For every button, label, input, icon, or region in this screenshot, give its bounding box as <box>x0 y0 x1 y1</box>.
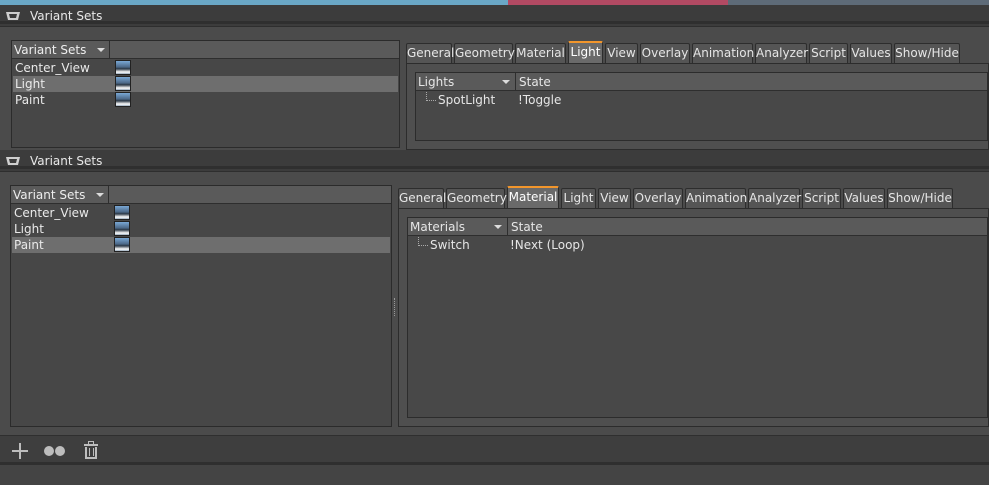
variant-sets-window-2: Variant Sets Variant Sets Center_View Li… <box>0 150 989 485</box>
title-grip <box>0 21 989 24</box>
tab-show-hide[interactable]: Show/Hide <box>894 43 960 63</box>
tree-header-state[interactable]: State <box>517 73 987 91</box>
tab-general[interactable]: General <box>406 43 454 63</box>
tab-material[interactable]: Material <box>507 186 559 208</box>
trash-lid <box>84 444 98 446</box>
tab-light[interactable]: Light <box>568 41 603 63</box>
add-icon[interactable] <box>10 441 30 461</box>
tab-bar: General Geometry Material Light View Ove… <box>398 186 989 208</box>
splitter-handle[interactable] <box>394 298 396 316</box>
trash-icon[interactable] <box>82 441 102 461</box>
tab-bar: General Geometry Material Light View Ove… <box>406 41 989 63</box>
tree-header-materials[interactable]: Materials <box>408 218 508 236</box>
tab-animation[interactable]: Animation <box>685 188 747 208</box>
list-header-label: Variant Sets <box>13 188 86 202</box>
variant-editor-pane: General Geometry Material Light View Ove… <box>406 41 989 150</box>
dropdown-arrow-icon[interactable] <box>502 80 510 84</box>
list-header-label: Variant Sets <box>14 43 87 57</box>
list-header: Variant Sets <box>12 41 399 59</box>
tree-header-state[interactable]: State <box>509 218 987 236</box>
tree-row-state[interactable]: !Next (Loop) <box>510 238 585 252</box>
tab-script[interactable]: Script <box>802 188 841 208</box>
dot <box>55 446 65 456</box>
variant-editor-pane: General Geometry Material Light View Ove… <box>398 186 989 427</box>
list-item-label: Paint <box>14 238 44 252</box>
tab-geometry[interactable]: Geometry <box>454 43 515 63</box>
footer-toolbar <box>0 435 989 485</box>
tab-script[interactable]: Script <box>809 43 848 63</box>
dropdown-arrow-icon[interactable] <box>96 193 104 197</box>
list-item-label: Light <box>14 222 44 236</box>
list-header: Variant Sets <box>11 186 391 204</box>
thumbnail-icon <box>114 221 130 236</box>
footer-strip <box>0 462 989 465</box>
thumbnail-icon <box>115 76 131 91</box>
list-item-label: Paint <box>15 93 45 107</box>
list-item-label: Center_View <box>15 61 90 75</box>
tab-animation[interactable]: Animation <box>692 43 754 63</box>
tab-analyzer[interactable]: Analyzer <box>755 43 808 63</box>
trash-can <box>85 447 97 459</box>
tree-header-label: Lights <box>418 75 455 89</box>
variant-sets-list: Variant Sets Center_View Light Paint <box>11 40 400 148</box>
tree-branch-line <box>426 92 436 101</box>
tab-material[interactable]: Material <box>515 43 566 63</box>
list-header-variant-sets[interactable]: Variant Sets <box>12 41 110 59</box>
variant-sets-window-1: Variant Sets Variant Sets Center_View Li… <box>0 5 989 150</box>
list-item-light[interactable]: Light <box>12 221 390 237</box>
thumbnail-icon <box>114 237 130 252</box>
tab-body: Lights State SpotLight !Toggle <box>406 63 989 150</box>
list-header-thumb-column <box>111 41 399 59</box>
tree-header-label: Materials <box>410 220 466 234</box>
tab-overlay[interactable]: Overlay <box>640 43 690 63</box>
tab-analyzer[interactable]: Analyzer <box>748 188 801 208</box>
tree-header: Lights State <box>416 73 987 91</box>
dropdown-arrow-icon[interactable] <box>97 48 105 52</box>
materials-tree: Materials State Switch !Next (Loop) <box>407 217 988 418</box>
tab-light[interactable]: Light <box>561 188 596 208</box>
list-item-center-view[interactable]: Center_View <box>12 205 390 221</box>
dropdown-arrow-icon[interactable] <box>494 225 502 229</box>
list-item-paint[interactable]: Paint <box>13 92 398 108</box>
tree-row-name: SpotLight <box>438 93 496 107</box>
footer-bar <box>0 435 989 465</box>
list-header-thumb-column <box>110 186 391 204</box>
tree-row-name: Switch <box>430 238 470 252</box>
tree-header-lights[interactable]: Lights <box>416 73 516 91</box>
tab-view[interactable]: View <box>598 188 631 208</box>
tree-row-spotlight[interactable]: SpotLight !Toggle <box>416 92 987 109</box>
tree-row-state[interactable]: !Toggle <box>518 93 561 107</box>
list-item-label: Center_View <box>14 206 89 220</box>
lights-tree: Lights State SpotLight !Toggle <box>415 72 988 141</box>
tab-values[interactable]: Values <box>850 43 892 63</box>
duplicate-icon[interactable] <box>44 441 68 461</box>
tab-values[interactable]: Values <box>843 188 885 208</box>
tab-show-hide[interactable]: Show/Hide <box>887 188 953 208</box>
tab-general[interactable]: General <box>398 188 446 208</box>
tab-geometry[interactable]: Geometry <box>446 188 507 208</box>
window-icon <box>6 12 20 20</box>
thumbnail-icon <box>115 60 131 75</box>
tab-body: Materials State Switch !Next (Loop) <box>398 208 989 427</box>
tree-row-switch[interactable]: Switch !Next (Loop) <box>408 237 987 254</box>
dot <box>44 446 54 456</box>
list-item-center-view[interactable]: Center_View <box>13 60 398 76</box>
window-icon <box>6 157 20 165</box>
list-item-label: Light <box>15 77 45 91</box>
title-bar[interactable]: Variant Sets <box>0 5 989 27</box>
tab-overlay[interactable]: Overlay <box>633 188 683 208</box>
tree-header: Materials State <box>408 218 987 236</box>
title-grip <box>0 166 989 169</box>
list-item-light[interactable]: Light <box>13 76 398 92</box>
list-header-variant-sets[interactable]: Variant Sets <box>11 186 109 204</box>
thumbnail-icon <box>114 205 130 220</box>
title-bar[interactable]: Variant Sets <box>0 150 989 172</box>
thumbnail-icon <box>115 92 131 107</box>
tab-view[interactable]: View <box>605 43 638 63</box>
variant-sets-list: Variant Sets Center_View Light Paint <box>10 185 392 427</box>
tree-branch-line <box>418 237 428 246</box>
list-item-paint[interactable]: Paint <box>12 237 390 253</box>
